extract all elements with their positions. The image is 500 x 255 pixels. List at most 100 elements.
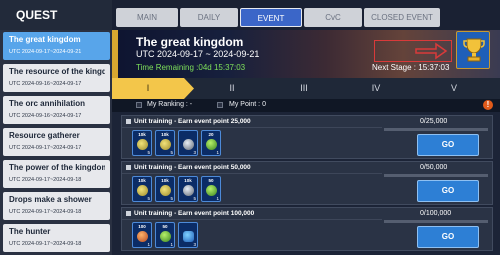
reward-item[interactable]: 10k 5 xyxy=(155,130,175,156)
tab-bar: MAIN DAILY EVENT CvC CLOSED EVENT xyxy=(112,0,500,30)
tab-daily[interactable]: DAILY xyxy=(180,8,238,27)
progress-bar xyxy=(384,174,488,177)
quest-list: The great kingdom UTC 2024-09-17~2024-09… xyxy=(3,32,110,255)
mission-card: Unit training - Earn event point 50,000 … xyxy=(121,161,493,205)
divider xyxy=(122,219,382,220)
reward-amount: 100 xyxy=(138,224,146,229)
ranking-bar: My Ranking : - My Point : 0 ! xyxy=(112,99,500,112)
bullet-icon xyxy=(126,211,131,216)
banner-date-range: UTC 2024-09-17 ~ 2024-09-21 xyxy=(136,49,260,59)
reward-amount: 10k xyxy=(161,178,169,183)
tab-closed-event[interactable]: CLOSED EVENT xyxy=(364,8,440,27)
divider xyxy=(122,127,382,128)
mission-progress: 0/100,000 xyxy=(420,210,452,217)
stage-selector: I II III IV V xyxy=(112,78,500,99)
quest-tab[interactable]: QUEST xyxy=(0,0,112,30)
gem-icon xyxy=(206,139,217,150)
reward-item[interactable]: 10k 5 xyxy=(178,176,198,202)
reward-count: 3 xyxy=(193,242,196,247)
arrow-icon xyxy=(415,42,448,60)
quest-sidebar: QUEST The great kingdom UTC 2024-09-17~2… xyxy=(0,0,112,255)
quest-item-date: UTC 2024-09-17~2024-09-18 xyxy=(9,241,82,247)
wood-icon xyxy=(160,139,171,150)
mission-title: Unit training - Earn event point 50,000 xyxy=(134,164,251,171)
quest-item-name: The hunter xyxy=(9,227,51,236)
reward-count: 5 xyxy=(170,150,173,155)
mission-progress: 0/25,000 xyxy=(420,118,448,125)
tab-cvc[interactable]: CvC xyxy=(304,8,362,27)
reward-amount: 20 xyxy=(208,132,214,137)
reward-item[interactable]: 20 1 xyxy=(201,130,221,156)
quest-item-name: Drops make a shower xyxy=(9,195,92,204)
quest-item-orc-annihilation[interactable]: The orc annihilation UTC 2024-09-16~2024… xyxy=(3,96,110,124)
food-icon xyxy=(137,231,148,242)
my-point: My Point : 0 xyxy=(229,101,266,108)
quest-item-name: The great kingdom xyxy=(9,35,81,44)
reward-item[interactable]: 10k 5 xyxy=(155,176,175,202)
reward-item[interactable]: 3 xyxy=(178,222,198,248)
stage-3[interactable]: III xyxy=(270,78,338,99)
point-bullet-icon xyxy=(217,102,223,108)
reward-item[interactable]: 10k 5 xyxy=(132,176,152,202)
reward-item[interactable]: 50 1 xyxy=(155,222,175,248)
quest-item-hunter[interactable]: The hunter UTC 2024-09-17~2024-09-18 xyxy=(3,224,110,252)
reward-item[interactable]: 3 xyxy=(178,130,198,156)
stage-4[interactable]: IV xyxy=(342,78,410,99)
reward-count: 1 xyxy=(216,196,219,201)
quest-item-great-kingdom[interactable]: The great kingdom UTC 2024-09-17~2024-09… xyxy=(3,32,110,60)
quest-item-drops-shower[interactable]: Drops make a shower UTC 2024-09-17~2024-… xyxy=(3,192,110,220)
ranking-trophy-button[interactable] xyxy=(456,31,490,69)
reward-amount: 10k xyxy=(184,178,192,183)
quest-item-name: Resource gatherer xyxy=(9,131,80,140)
reward-item[interactable]: 10k 5 xyxy=(132,130,152,156)
ore-icon xyxy=(183,139,194,150)
reward-item[interactable]: 50 1 xyxy=(201,176,221,202)
go-button[interactable]: GO xyxy=(417,180,479,202)
warning-icon[interactable]: ! xyxy=(483,100,493,110)
reward-count: 5 xyxy=(170,196,173,201)
divider xyxy=(122,173,382,174)
bullet-icon xyxy=(126,119,131,124)
quest-item-power-kingdom[interactable]: The power of the kingdom UTC 2024-09-17~… xyxy=(3,160,110,188)
quest-item-date: UTC 2024-09-16~2024-09-17 xyxy=(9,81,82,87)
reward-count: 3 xyxy=(193,150,196,155)
ranking-bullet-icon xyxy=(136,102,142,108)
stage-2[interactable]: II xyxy=(198,78,266,99)
mission-title: Unit training - Earn event point 100,000 xyxy=(134,210,255,217)
mission-progress: 0/50,000 xyxy=(420,164,448,171)
stage-5[interactable]: V xyxy=(414,78,494,99)
quest-item-date: UTC 2024-09-17~2024-09-21 xyxy=(9,49,82,55)
gem-icon xyxy=(206,185,217,196)
mission-title: Unit training - Earn event point 25,000 xyxy=(134,118,251,125)
banner-title: The great kingdom xyxy=(136,35,244,49)
go-button[interactable]: GO xyxy=(417,134,479,156)
my-ranking: My Ranking : - xyxy=(147,101,193,108)
quest-item-name: The orc annihilation xyxy=(9,99,86,108)
stage-1[interactable]: I xyxy=(112,78,184,99)
speedup-icon xyxy=(183,231,194,242)
quest-item-resource-gatherer[interactable]: Resource gatherer UTC 2024-09-17~2024-09… xyxy=(3,128,110,156)
quest-item-name: The power of the kingdom xyxy=(9,163,105,172)
quest-item-resource-kingdom[interactable]: The resource of the kingdom UTC 2024-09-… xyxy=(3,64,110,92)
mission-card: Unit training - Earn event point 100,000… xyxy=(121,207,493,251)
time-remaining: Time Remaining :04d 15:37:03 xyxy=(136,63,246,72)
wood-icon xyxy=(160,185,171,196)
quest-item-name: The resource of the kingdom xyxy=(9,67,105,76)
quest-item-date: UTC 2024-09-17~2024-09-18 xyxy=(9,209,82,215)
wheat-icon xyxy=(137,185,148,196)
quest-item-date: UTC 2024-09-16~2024-09-17 xyxy=(9,113,82,119)
reward-amount: 10k xyxy=(138,178,146,183)
mission-card: Unit training - Earn event point 25,000 … xyxy=(121,115,493,159)
progress-bar xyxy=(384,128,488,131)
reward-amount: 50 xyxy=(208,178,214,183)
reward-count: 5 xyxy=(147,196,150,201)
progress-bar xyxy=(384,220,488,223)
quest-item-date: UTC 2024-09-17~2024-09-17 xyxy=(9,145,82,151)
go-button[interactable]: GO xyxy=(417,226,479,248)
tab-main[interactable]: MAIN xyxy=(116,8,178,27)
reward-count: 1 xyxy=(216,150,219,155)
event-banner: The great kingdom UTC 2024-09-17 ~ 2024-… xyxy=(112,30,500,78)
reward-item[interactable]: 100 1 xyxy=(132,222,152,248)
tab-event[interactable]: EVENT xyxy=(240,8,302,27)
reward-count: 5 xyxy=(193,196,196,201)
